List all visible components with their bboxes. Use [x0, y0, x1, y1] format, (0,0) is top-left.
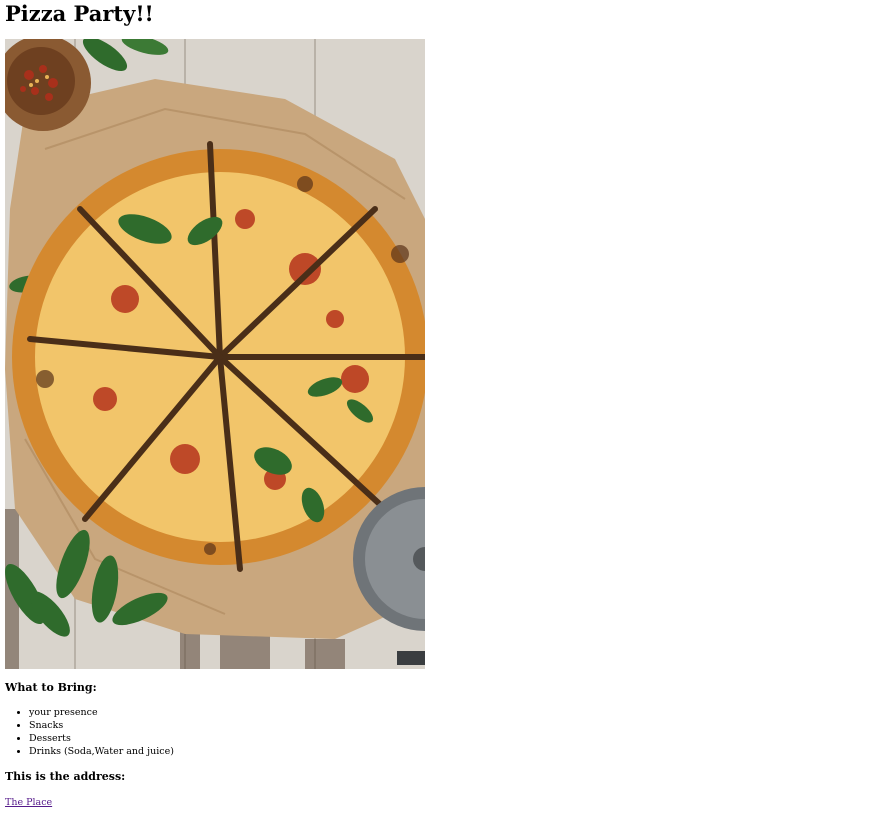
what-to-bring-heading: What to Bring:: [5, 681, 97, 694]
address-heading: This is the address:: [5, 770, 126, 783]
list-item: Drinks (Soda,Water and juice): [29, 745, 174, 758]
list-item: your presence: [29, 706, 174, 719]
bring-list: your presence Snacks Desserts Drinks (So…: [5, 706, 174, 758]
page: Pizza Party!! What to Bring: • your pres…: [0, 0, 892, 825]
page-title: Pizza Party!!: [5, 1, 154, 26]
list-item: Snacks: [29, 719, 174, 732]
place-link[interactable]: The Place: [5, 796, 52, 809]
list-item: Desserts: [29, 732, 174, 745]
pizza-image: [5, 39, 425, 669]
